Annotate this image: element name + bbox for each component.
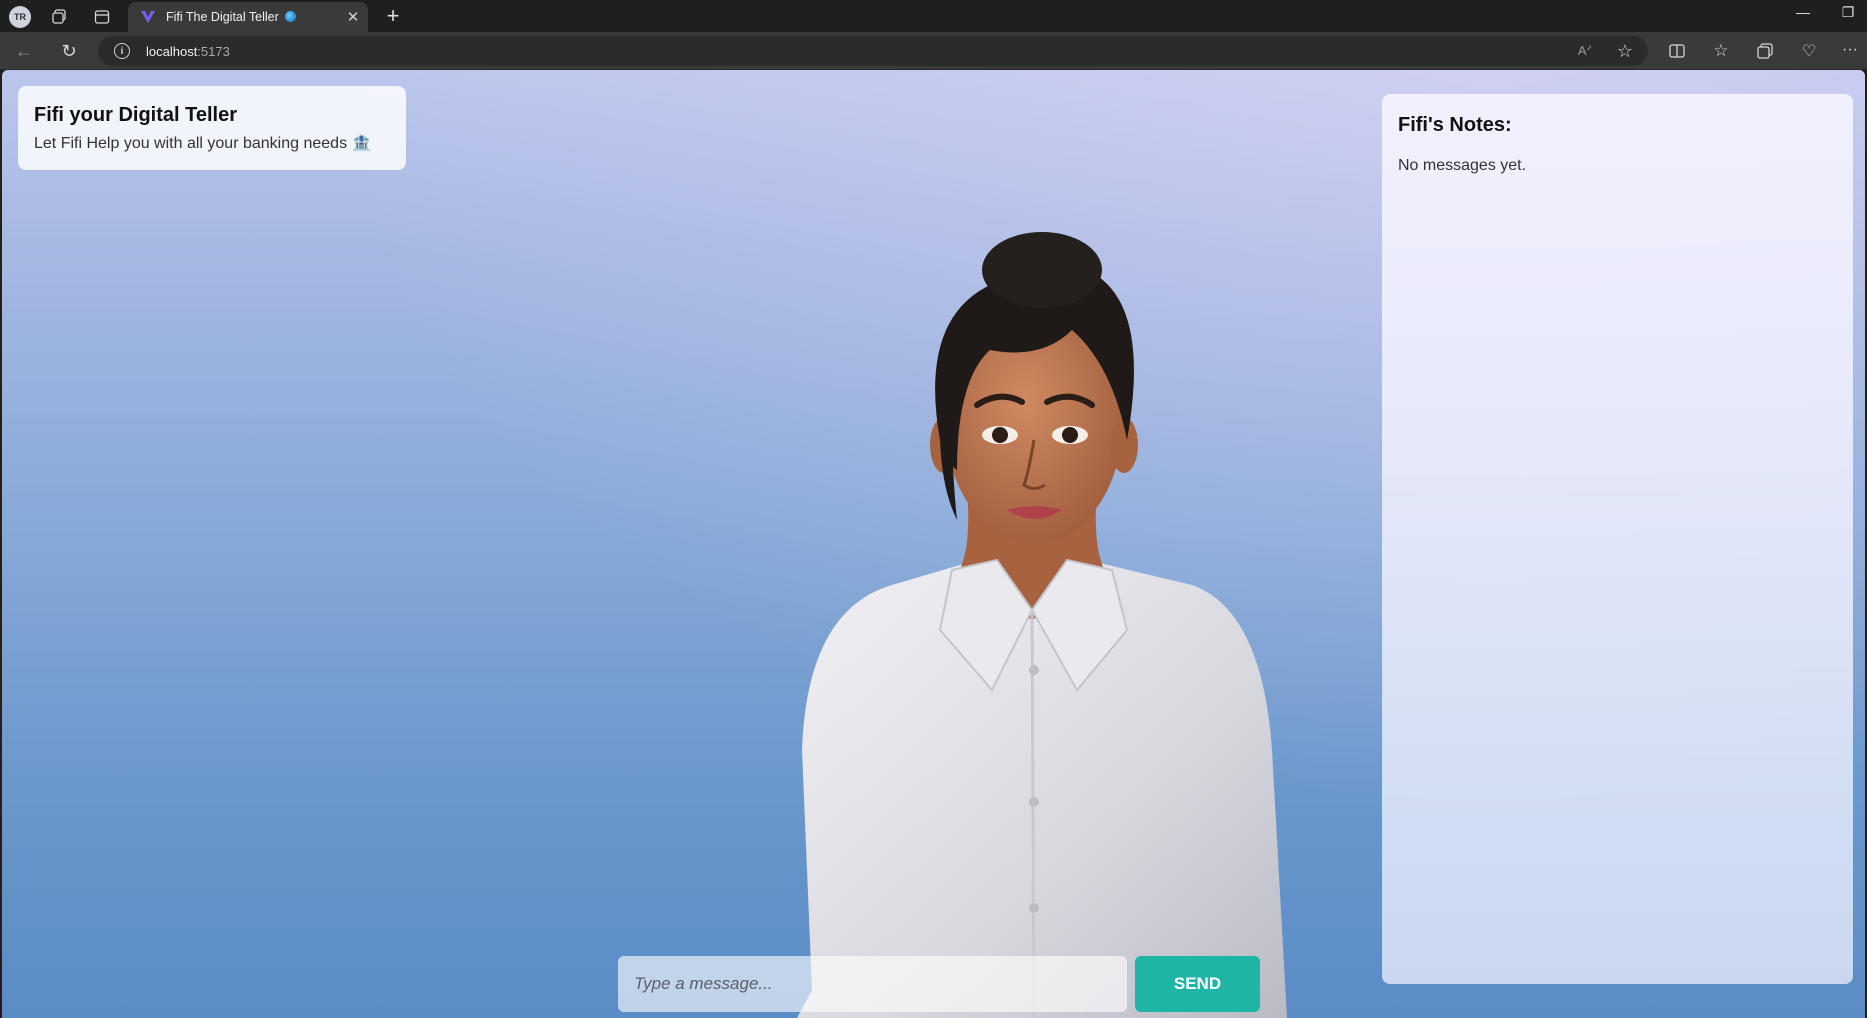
read-aloud-icon[interactable]: Aᐟ [1575,42,1595,60]
reload-icon[interactable]: ↻ [59,41,79,61]
header-card: Fifi your Digital Teller Let Fifi Help y… [18,86,406,170]
notes-title: Fifi's Notes: [1398,114,1512,136]
split-screen-icon[interactable] [1667,42,1687,60]
close-tab-icon[interactable]: ✕ [342,8,364,26]
favorite-star-icon[interactable]: ☆ [1615,41,1635,61]
vite-logo-icon [140,10,156,24]
message-input[interactable] [618,956,1127,1012]
address-bar: ← ↻ i localhost:5173 Aᐟ ☆ ☆ ♡ ··· [0,32,1867,70]
new-tab-icon[interactable]: + [380,3,406,29]
minimize-icon[interactable]: — [1783,4,1823,20]
browser-tab-bar: TR Fifi The Digital Teller ✕ + — ❐ [0,0,1867,32]
back-icon[interactable]: ← [14,41,34,61]
page-viewport: Fifi your Digital Teller Let Fifi Help y… [2,70,1865,1018]
workspaces-icon[interactable] [50,8,68,26]
globe-emoji-icon [285,11,297,22]
favorites-icon[interactable]: ☆ [1711,41,1731,61]
browser-essentials-icon[interactable]: ♡ [1799,41,1819,61]
bank-emoji-icon: 🏦 [351,135,372,152]
page-subtitle: Let Fifi Help you with all your banking … [34,135,372,152]
url-field[interactable]: i localhost:5173 [98,36,1648,66]
teller-avatar [797,232,1287,1018]
more-menu-icon[interactable]: ··· [1840,40,1860,60]
send-button[interactable]: SEND [1135,956,1260,1012]
notes-panel: Fifi's Notes: No messages yet. [1382,94,1853,984]
url-port: :5173 [197,43,230,59]
collections-icon[interactable] [1755,42,1775,60]
tab-actions-icon[interactable] [93,8,111,26]
restore-icon[interactable]: ❐ [1828,4,1867,21]
profile-avatar[interactable]: TR [9,6,31,28]
site-info-icon[interactable]: i [114,43,130,59]
active-tab[interactable]: Fifi The Digital Teller ✕ [128,2,368,32]
url-host: localhost [146,43,198,59]
page-title: Fifi your Digital Teller [34,104,237,126]
notes-empty-text: No messages yet. [1398,157,1527,174]
tab-title: Fifi The Digital Teller [166,10,342,24]
